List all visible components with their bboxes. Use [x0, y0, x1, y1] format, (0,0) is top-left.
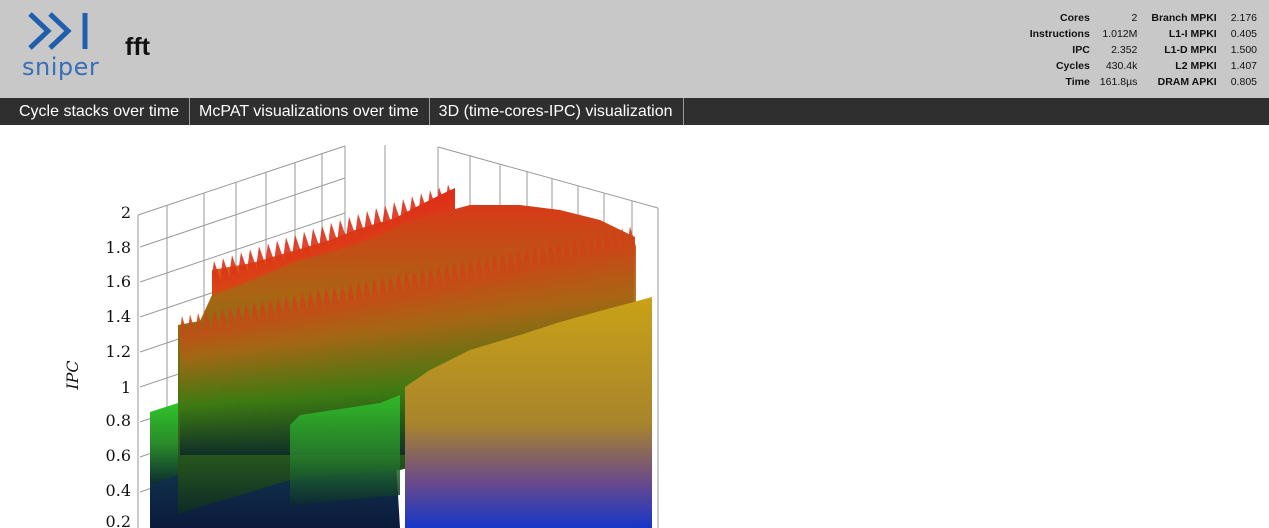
stats-row: Cores 2 Branch MPKI 2.176 [1030, 10, 1257, 26]
tab-mcpat[interactable]: McPAT visualizations over time [190, 98, 430, 125]
surface-spike [228, 306, 236, 455]
stats-row: IPC 2.352 L1-D MPKI 1.500 [1030, 42, 1257, 58]
surface-spike [188, 314, 196, 455]
ipc-surface [150, 184, 652, 528]
ipc-3d-plot[interactable]: 2 1.8 1.6 1.4 1.2 1 0.8 0.6 0.4 0.2 IPC [0, 125, 1269, 528]
stat-value: 161.8µs [1099, 76, 1138, 88]
stat-value: 2 [1131, 12, 1138, 24]
surface-spike [252, 301, 260, 455]
surface-spike [236, 304, 244, 455]
y-tick: 0.4 [106, 481, 131, 500]
y-tick: 1.2 [106, 342, 131, 361]
stat-label: L1-D MPKI [1164, 44, 1217, 56]
surface-spike [180, 316, 188, 455]
surface-spike [196, 312, 204, 455]
stat-label: Cores [1060, 12, 1090, 24]
y-tick: 0.8 [106, 411, 131, 430]
stat-label: L2 MPKI [1175, 60, 1217, 72]
stat-label: DRAM APKI [1157, 76, 1217, 88]
y-axis-title: IPC [63, 360, 82, 390]
stats-row: Time 161.8µs DRAM APKI 0.805 [1030, 74, 1257, 90]
surface-spike [212, 309, 220, 455]
stats-table: Cores 2 Branch MPKI 2.176 Instructions 1.012M… [1030, 10, 1257, 90]
y-tick: 1 [121, 378, 131, 397]
stat-value: 2.352 [1111, 44, 1138, 56]
surface-spike [276, 296, 284, 455]
stat-label: Time [1065, 76, 1090, 88]
stat-value: 2.176 [1230, 12, 1257, 24]
stats-row: Instructions 1.012M L1-I MPKI 0.405 [1030, 26, 1257, 42]
y-tick: 0.6 [106, 446, 131, 465]
stat-label: L1-I MPKI [1168, 28, 1217, 40]
stat-label: Branch MPKI [1151, 12, 1217, 24]
stat-value: 1.012M [1102, 28, 1138, 40]
surface-spike [204, 311, 212, 455]
y-tick: 2 [121, 203, 131, 222]
logo-text: sniper [22, 53, 100, 81]
y-tick: 1.6 [106, 272, 131, 291]
tab-cycle-stacks[interactable]: Cycle stacks over time [0, 98, 191, 125]
stat-value: 1.500 [1230, 44, 1257, 56]
page-title: fft [125, 33, 150, 61]
y-tick: 0.2 [106, 512, 131, 528]
stat-value: 430.4k [1105, 60, 1138, 72]
stat-label: Instructions [1029, 28, 1090, 40]
y-tick: 1.4 [106, 307, 131, 326]
y-axis-ticks: 2 1.8 1.6 1.4 1.2 1 0.8 0.6 0.4 0.2 [106, 203, 131, 528]
header: sniper fft Cores 2 Branch MPKI 2.176 Instruc… [0, 0, 1269, 98]
tab-3d-visualization[interactable]: 3D (time-cores-IPC) visualization [430, 98, 684, 125]
stats-row: Cycles 430.4k L2 MPKI 1.407 [1030, 58, 1257, 74]
surface-spike [268, 298, 276, 455]
stat-value: 0.405 [1230, 28, 1257, 40]
surface-spike [244, 303, 252, 455]
stat-value: 0.805 [1230, 76, 1257, 88]
y-tick: 1.8 [106, 238, 131, 257]
stat-value: 1.407 [1230, 60, 1257, 72]
surface-spike [260, 300, 268, 455]
stat-label: Cycles [1055, 60, 1090, 72]
sniper-logo-icon [28, 12, 88, 50]
surface-spike [220, 308, 228, 455]
tab-bar: Cycle stacks over time McPAT visualizati… [0, 98, 1269, 125]
stat-label: IPC [1072, 44, 1090, 56]
